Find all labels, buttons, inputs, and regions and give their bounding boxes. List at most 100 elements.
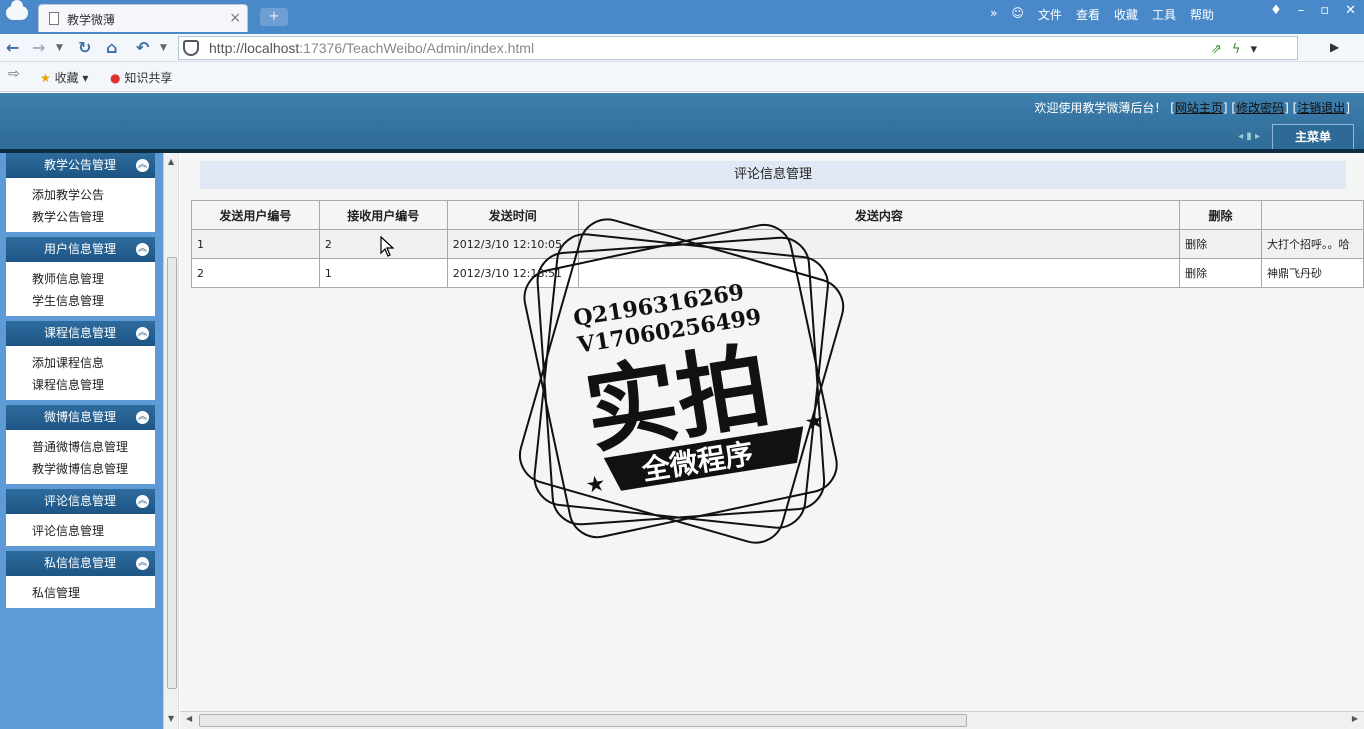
star-icon: ★: [803, 408, 826, 436]
sidebar-group-header[interactable]: 评论信息管理 ︽: [6, 489, 155, 514]
scroll-left-icon[interactable]: ◀: [186, 714, 192, 723]
collapse-icon[interactable]: ︽: [136, 557, 149, 570]
sidebar-item-course-manage[interactable]: 课程信息管理: [32, 374, 155, 396]
sidebar-group-header[interactable]: 微博信息管理 ︽: [6, 405, 155, 430]
sidebar-item-add-course[interactable]: 添加课程信息: [32, 352, 155, 374]
chevron-down-icon[interactable]: ▼: [160, 43, 167, 53]
go-icon[interactable]: ▶: [1330, 40, 1339, 54]
address-bar[interactable]: http://localhost:17376/TeachWeibo/Admin/…: [178, 36, 1298, 60]
scroll-thumb[interactable]: [167, 257, 177, 689]
welcome-text: 欢迎使用教学微薄后台！: [1034, 101, 1167, 115]
delete-link[interactable]: 删除: [1179, 229, 1263, 259]
sidebar-group-announcements: 教学公告管理 ︽ 添加教学公告 教学公告管理: [6, 153, 155, 232]
collapse-icon[interactable]: ︽: [136, 243, 149, 256]
home-icon[interactable]: ⌂: [106, 38, 117, 57]
sidebar-group-comments: 评论信息管理 ︽ 评论信息管理: [6, 489, 155, 546]
horizontal-scrollbar[interactable]: ◀ ▶: [180, 711, 1364, 729]
sidebar-group-header[interactable]: 教学公告管理 ︽: [6, 153, 155, 178]
sidebar-group-courses: 课程信息管理 ︽ 添加课程信息 课程信息管理: [6, 321, 155, 400]
welcome-bar: 欢迎使用教学微薄后台！ [网站主页] [修改密码] [注销退出]: [1034, 101, 1350, 115]
collapse-icon[interactable]: ︽: [136, 495, 149, 508]
browser-logo-icon: [6, 0, 28, 20]
browser-menu: » ☺ 文件 查看 收藏 工具 帮助: [990, 6, 1214, 23]
column-header[interactable]: 发送用户编号: [191, 200, 320, 230]
sidebar-item-add-announcement[interactable]: 添加教学公告: [32, 184, 155, 206]
menu-tools[interactable]: 工具: [1152, 6, 1176, 23]
scroll-up-icon[interactable]: ▲: [168, 157, 174, 166]
collapse-icon[interactable]: ︽: [136, 411, 149, 424]
new-tab-button[interactable]: +: [260, 8, 288, 26]
menu-file[interactable]: 文件: [1038, 6, 1062, 23]
address-actions: ⇗ ϟ ▾: [1211, 42, 1257, 57]
sidebar-group-header[interactable]: 课程信息管理 ︽: [6, 321, 155, 346]
sidebar-group-header[interactable]: 用户信息管理 ︽: [6, 237, 155, 262]
menu-favorites[interactable]: 收藏: [1114, 6, 1138, 23]
column-header[interactable]: 删除: [1179, 200, 1263, 230]
refresh-icon[interactable]: ↻: [78, 38, 91, 57]
tab-scroll-arrows-icon[interactable]: ◂ ▮ ▸: [1238, 131, 1260, 142]
sidebar-group-messages: 私信信息管理 ︽ 私信管理: [6, 551, 155, 608]
tab-close-icon[interactable]: ×: [229, 10, 241, 26]
sidebar-group-users: 用户信息管理 ︽ 教师信息管理 学生信息管理: [6, 237, 155, 316]
browser-titlebar: 教学微薄 × + » ☺ 文件 查看 收藏 工具 帮助 ♦ – ▫ ✕: [0, 0, 1364, 34]
chevron-down-icon[interactable]: ▼: [56, 43, 63, 53]
sidebar-item-normal-weibo[interactable]: 普通微博信息管理: [32, 436, 155, 458]
cell-extra: 大打个招呼。。哈: [1261, 229, 1364, 259]
forward-icon[interactable]: →: [32, 38, 45, 57]
scroll-down-icon[interactable]: ▼: [168, 714, 174, 723]
sidebar-item-teaching-weibo[interactable]: 教学微博信息管理: [32, 458, 155, 480]
menu-help[interactable]: 帮助: [1190, 6, 1214, 23]
user-icon[interactable]: ☺: [1011, 6, 1024, 23]
mouse-cursor-icon: [380, 236, 395, 257]
app-header: 欢迎使用教学微薄后台！ [网站主页] [修改密码] [注销退出] ◂ ▮ ▸ 主…: [0, 93, 1364, 149]
cell-extra: 神鼎飞丹砂: [1261, 258, 1364, 288]
navigation-bar: ← → ▼ ↻ ⌂ ↶ ▼ http://localhost:17376/Tea…: [0, 34, 1364, 62]
tab-title: 教学微薄: [67, 13, 116, 27]
chevrons-icon[interactable]: »: [990, 6, 997, 23]
watermark-stamp: Q2196316269 V17060256499 实拍 全微程序 ★ ★: [518, 218, 845, 544]
delete-link[interactable]: 删除: [1179, 258, 1263, 288]
url-text[interactable]: http://localhost:17376/TeachWeibo/Admin/…: [209, 40, 534, 56]
page-icon: [49, 12, 59, 25]
favorite-link[interactable]: ● 知识共享: [110, 69, 172, 86]
page-title: 评论信息管理: [200, 161, 1346, 189]
scroll-right-icon[interactable]: ▶: [1352, 714, 1358, 723]
sidebar-item-comment-manage[interactable]: 评论信息管理: [32, 520, 155, 542]
collapse-icon[interactable]: ︽: [136, 327, 149, 340]
sidebar-group-weibo: 微博信息管理 ︽ 普通微博信息管理 教学微博信息管理: [6, 405, 155, 484]
sidebar-group-header[interactable]: 私信信息管理 ︽: [6, 551, 155, 576]
skin-icon[interactable]: ♦: [1270, 3, 1282, 18]
site-home-link[interactable]: 网站主页: [1175, 101, 1223, 115]
minimize-icon[interactable]: –: [1298, 3, 1305, 18]
cell-sender: 1: [191, 229, 320, 259]
lightning-icon[interactable]: ϟ: [1232, 42, 1241, 57]
close-icon[interactable]: ✕: [1345, 3, 1356, 18]
sidebar-item-student-manage[interactable]: 学生信息管理: [32, 290, 155, 312]
share-icon[interactable]: ⇗: [1211, 42, 1222, 57]
knowledge-icon: ●: [110, 71, 121, 85]
main-menu-tab[interactable]: 主菜单: [1272, 124, 1354, 149]
sidebar-item-teacher-manage[interactable]: 教师信息管理: [32, 268, 155, 290]
restore-icon[interactable]: ▫: [1320, 3, 1329, 18]
sidebar: 教学公告管理 ︽ 添加教学公告 教学公告管理 用户信息管理 ︽ 教师信息管理 学生信…: [0, 153, 163, 729]
cell-receiver: 1: [318, 258, 448, 288]
sidebar-toggle-icon[interactable]: ⇨: [8, 66, 20, 82]
column-header: [1261, 200, 1364, 230]
collapse-icon[interactable]: ︽: [136, 159, 149, 172]
dropdown-icon[interactable]: ▾: [1250, 42, 1257, 57]
favorites-button[interactable]: ★ 收藏 ▾: [40, 69, 88, 86]
menu-view[interactable]: 查看: [1076, 6, 1100, 23]
back-icon[interactable]: ←: [6, 38, 19, 57]
change-password-link[interactable]: 修改密码: [1236, 101, 1284, 115]
shield-icon: [183, 40, 199, 56]
window-controls: ♦ – ▫ ✕: [1270, 3, 1356, 18]
column-header[interactable]: 接收用户编号: [318, 200, 448, 230]
logout-link[interactable]: 注销退出: [1297, 101, 1345, 115]
browser-tab[interactable]: 教学微薄 ×: [38, 4, 248, 32]
sidebar-item-message-manage[interactable]: 私信管理: [32, 582, 155, 604]
sidebar-item-announcement-manage[interactable]: 教学公告管理: [32, 206, 155, 228]
vertical-scrollbar[interactable]: ▲ ▼: [163, 153, 179, 729]
undo-icon[interactable]: ↶: [136, 38, 149, 57]
scroll-thumb[interactable]: [199, 714, 967, 727]
star-icon: ★: [40, 71, 51, 85]
